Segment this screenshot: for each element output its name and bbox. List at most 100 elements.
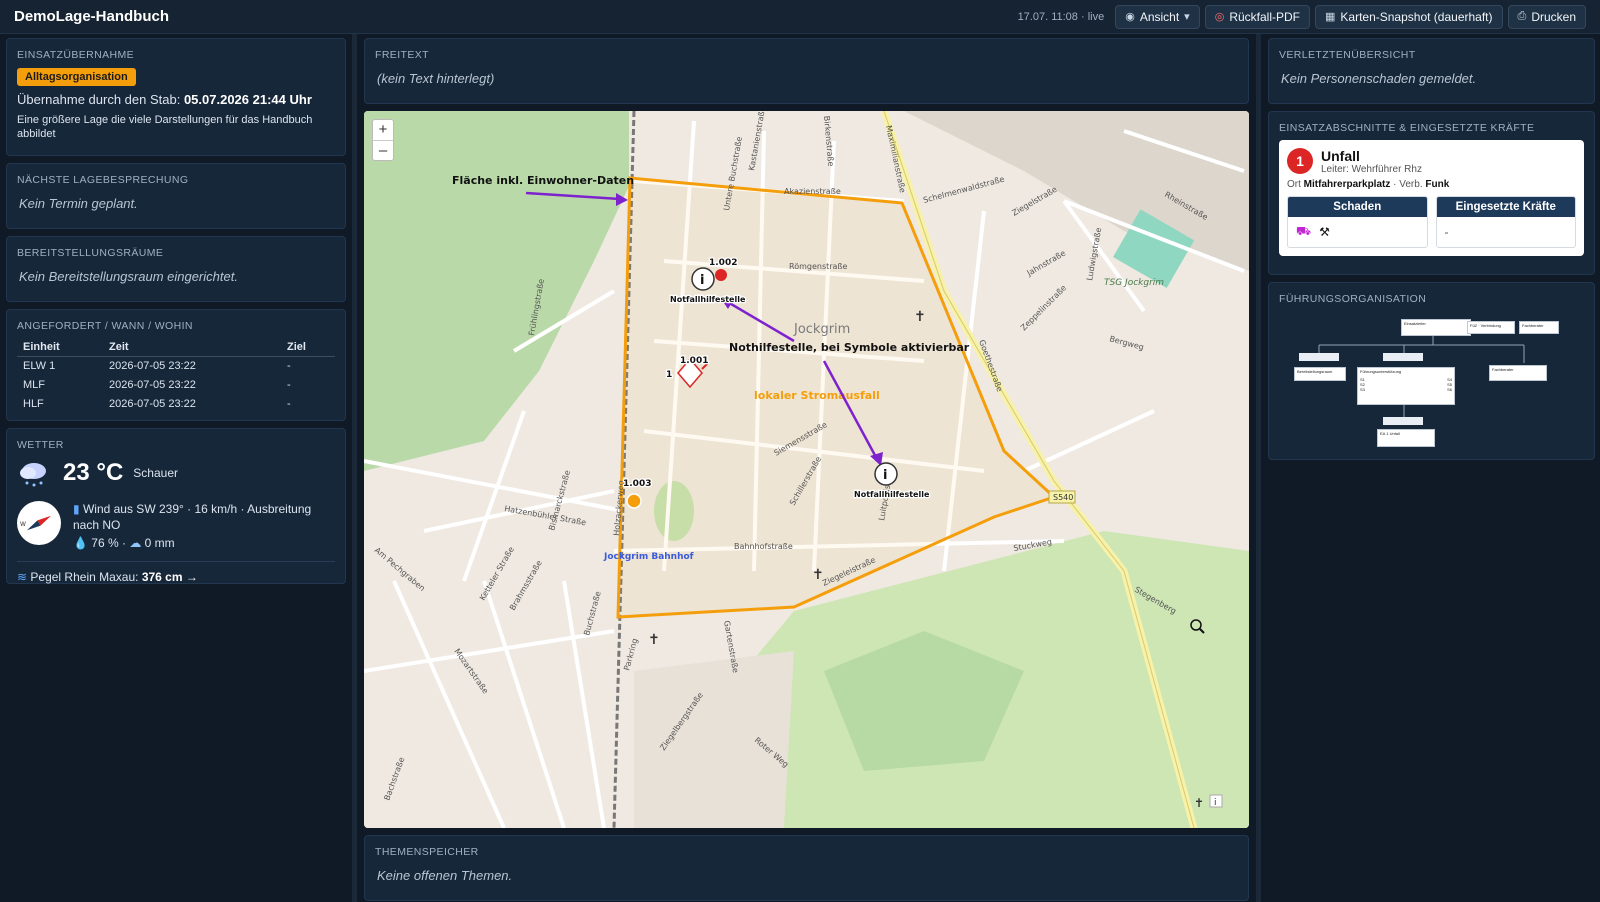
sections-title: EINSATZABSCHNITTE & EINGESETZTE KRÄFTE <box>1279 122 1535 134</box>
humidity-icon: 💧 <box>73 536 88 550</box>
injured-title: VERLETZTENÜBERSICHT <box>1279 49 1416 61</box>
view-button-label: Ansicht <box>1139 9 1180 24</box>
requested-table: Einheit Zeit Ziel ELW 1 2026-07-05 23:22… <box>17 338 335 414</box>
svg-text:1.002: 1.002 <box>709 258 737 268</box>
col-header-time: Zeit <box>103 338 281 357</box>
section-number: 1 <box>1287 148 1313 174</box>
svg-text:1.001: 1.001 <box>680 356 708 366</box>
org-box-fachberater[interactable]: Fachberater <box>1489 365 1547 381</box>
column-divider-left[interactable] <box>352 34 357 902</box>
print-button[interactable]: ⎙ Drucken <box>1507 4 1586 29</box>
org-box-ea1[interactable]: EA 1 Unfall <box>1377 429 1435 447</box>
left-column: EINSATZÜBERNAHME Alltagsorganisation Übe… <box>6 38 346 591</box>
area-annotation: Fläche inkl. Einwohner-Daten <box>452 174 634 187</box>
svg-text:Akazienstraße: Akazienstraße <box>784 187 841 196</box>
org-hex-bottom <box>1383 417 1423 425</box>
topics-title: THEMENSPEICHER <box>375 846 479 858</box>
right-column: VERLETZTENÜBERSICHT Kein Personenschaden… <box>1268 38 1595 467</box>
table-row: ELW 1 2026-07-05 23:22 - <box>17 357 335 376</box>
section-unit-card[interactable]: 1 Unfall Leiter: Wehrführer Rhz Ort Mitf… <box>1279 140 1584 256</box>
takeover-by-staff-label: Übernahme durch den Stab: <box>17 92 181 107</box>
road-number-label: S540 <box>1053 493 1073 502</box>
weather-main: 23 °C Schauer <box>17 457 335 489</box>
zoom-out-button[interactable]: – <box>373 140 393 160</box>
takeover-line: Übernahme durch den Stab: 05.07.2026 21:… <box>17 92 335 107</box>
caret-down-icon: ▾ <box>1184 11 1190 23</box>
wind-description: Wind aus SW 239° · 16 km/h · Ausbreitung… <box>73 502 312 532</box>
org-box-fuhrungsunterstutzung[interactable]: Führungsunterstützung S1 S4 S2 S5 S3 S6 <box>1357 367 1455 405</box>
cell-unit: MLF <box>23 379 45 391</box>
water-level-row: ≋ Pegel Rhein Maxau: 376 cm → <box>17 561 335 584</box>
app-title: DemoLage-Handbuch <box>14 8 170 25</box>
section-meta: Ort Mitfahrerparkplatz · Verb. Funk <box>1287 179 1450 190</box>
requested-title: ANGEFORDERT / WANN / WOHIN <box>17 320 193 332</box>
section-leader: Leiter: Wehrführer Rhz <box>1321 164 1422 175</box>
weather-card: WETTER 23 °C Schauer W ▮ Wind aus SW 239… <box>6 428 346 584</box>
water-level-value: 376 cm → <box>141 570 198 584</box>
sports-club-label: TSG Jockgrim <box>1104 278 1164 288</box>
wayside-cross-icon: ✝ <box>1194 796 1204 810</box>
org-box-fuhrung[interactable]: FüZ · Verbindung <box>1467 321 1515 334</box>
next-briefing-card: NÄCHSTE LAGEBESPRECHUNG Kein Termin gepl… <box>6 163 346 229</box>
weather-condition: Schauer <box>133 466 178 480</box>
cell-time: 2026-07-05 23:22 <box>109 398 196 410</box>
cell-unit: ELW 1 <box>23 360 56 373</box>
connection-value: Funk <box>1425 179 1450 190</box>
attribution-info-icon[interactable]: i <box>1209 794 1223 808</box>
staging-empty: Kein Bereitstellungsraum eingerichtet. <box>19 269 238 284</box>
topics-card[interactable]: THEMENSPEICHER Keine offenen Themen. <box>364 835 1249 901</box>
col-header-unit: Einheit <box>17 338 103 357</box>
situation-map[interactable]: + – Akazienstraße Römgenstraße Schelmenw… <box>364 111 1249 828</box>
precip-icon: ☁ <box>129 536 142 550</box>
svg-text:W: W <box>20 521 26 528</box>
svg-text:1: 1 <box>666 370 672 380</box>
topics-empty: Keine offenen Themen. <box>377 868 513 883</box>
cell-unit: HLF <box>23 398 44 410</box>
cloud-rain-icon <box>20 463 46 487</box>
organisation-badge: Alltagsorganisation <box>17 68 136 86</box>
fallback-pdf-button[interactable]: ◎ Rückfall-PDF <box>1204 4 1310 29</box>
zoom-control: + – <box>372 119 394 161</box>
org-box-bereitstellung[interactable]: Bereitstellungsraum <box>1294 367 1346 381</box>
weather-title: WETTER <box>17 439 64 451</box>
map-canvas[interactable]: Akazienstraße Römgenstraße Schelmenwalds… <box>364 111 1249 828</box>
svg-text:Römgenstraße: Römgenstraße <box>789 262 847 271</box>
injured-card: VERLETZTENÜBERSICHT Kein Personenschaden… <box>1268 38 1595 104</box>
next-briefing-empty: Kein Termin geplant. <box>19 196 138 211</box>
forces-value: - <box>1444 225 1449 239</box>
freetext-card[interactable]: FREITEXT (kein Text hinterlegt) <box>364 38 1249 104</box>
cell-time: 2026-07-05 23:22 <box>109 379 196 391</box>
org-box-einsatzleiter[interactable]: Einsatzleiter <box>1401 319 1471 336</box>
printer-icon: ⎙ <box>1517 10 1527 22</box>
svg-text:i: i <box>1214 798 1217 808</box>
temperature: 23 °C <box>63 459 124 486</box>
map-icon: ▦ <box>1325 11 1336 23</box>
location-value: Mitfahrerparkplatz <box>1303 179 1391 190</box>
sections-card: EINSATZABSCHNITTE & EINGESETZTE KRÄFTE 1… <box>1268 111 1595 275</box>
cell-target: - <box>287 379 291 391</box>
eye-icon: ◉ <box>1125 11 1135 23</box>
svg-text:i: i <box>700 273 704 288</box>
station-label: Jockgrim Bahnhof <box>603 552 694 562</box>
forces-box: Eingesetzte Kräfte - <box>1435 196 1576 248</box>
column-divider-right[interactable] <box>1256 34 1261 902</box>
org-box-fachberater-top[interactable]: Fachberater <box>1519 321 1559 334</box>
water-level-label: Pegel Rhein Maxau: <box>30 570 139 584</box>
table-row: MLF 2026-07-05 23:22 - <box>17 376 335 395</box>
humidity-value: 76 % <box>91 536 119 550</box>
zoom-in-button[interactable]: + <box>373 120 393 140</box>
map-snapshot-button[interactable]: ▦ Karten-Snapshot (dauerhaft) <box>1315 4 1503 29</box>
top-bar: DemoLage-Handbuch 17.07. 11:08 · live ◉ … <box>0 0 1600 34</box>
town-label: Jockgrim <box>793 322 850 337</box>
takeover-description: Eine größere Lage die viele Darstellunge… <box>17 114 313 140</box>
org-hex-left <box>1299 353 1339 361</box>
leadership-diagram[interactable]: Einsatzleiter FüZ · Verbindung Fachberat… <box>1279 311 1584 461</box>
staging-card: BEREITSTELLUNGSRÄUME Kein Bereitstellung… <box>6 236 346 302</box>
connection-label: Verb. <box>1399 179 1423 190</box>
map-snapshot-label: Karten-Snapshot (dauerhaft) <box>1340 9 1493 24</box>
cell-target: - <box>287 360 291 373</box>
fire-truck-icon: ⛟ <box>1296 224 1312 238</box>
requested-card: ANGEFORDERT / WANN / WOHIN Einheit Zeit … <box>6 309 346 421</box>
view-button[interactable]: ◉ Ansicht ▾ <box>1115 4 1200 29</box>
staging-title: BEREITSTELLUNGSRÄUME <box>17 247 164 259</box>
